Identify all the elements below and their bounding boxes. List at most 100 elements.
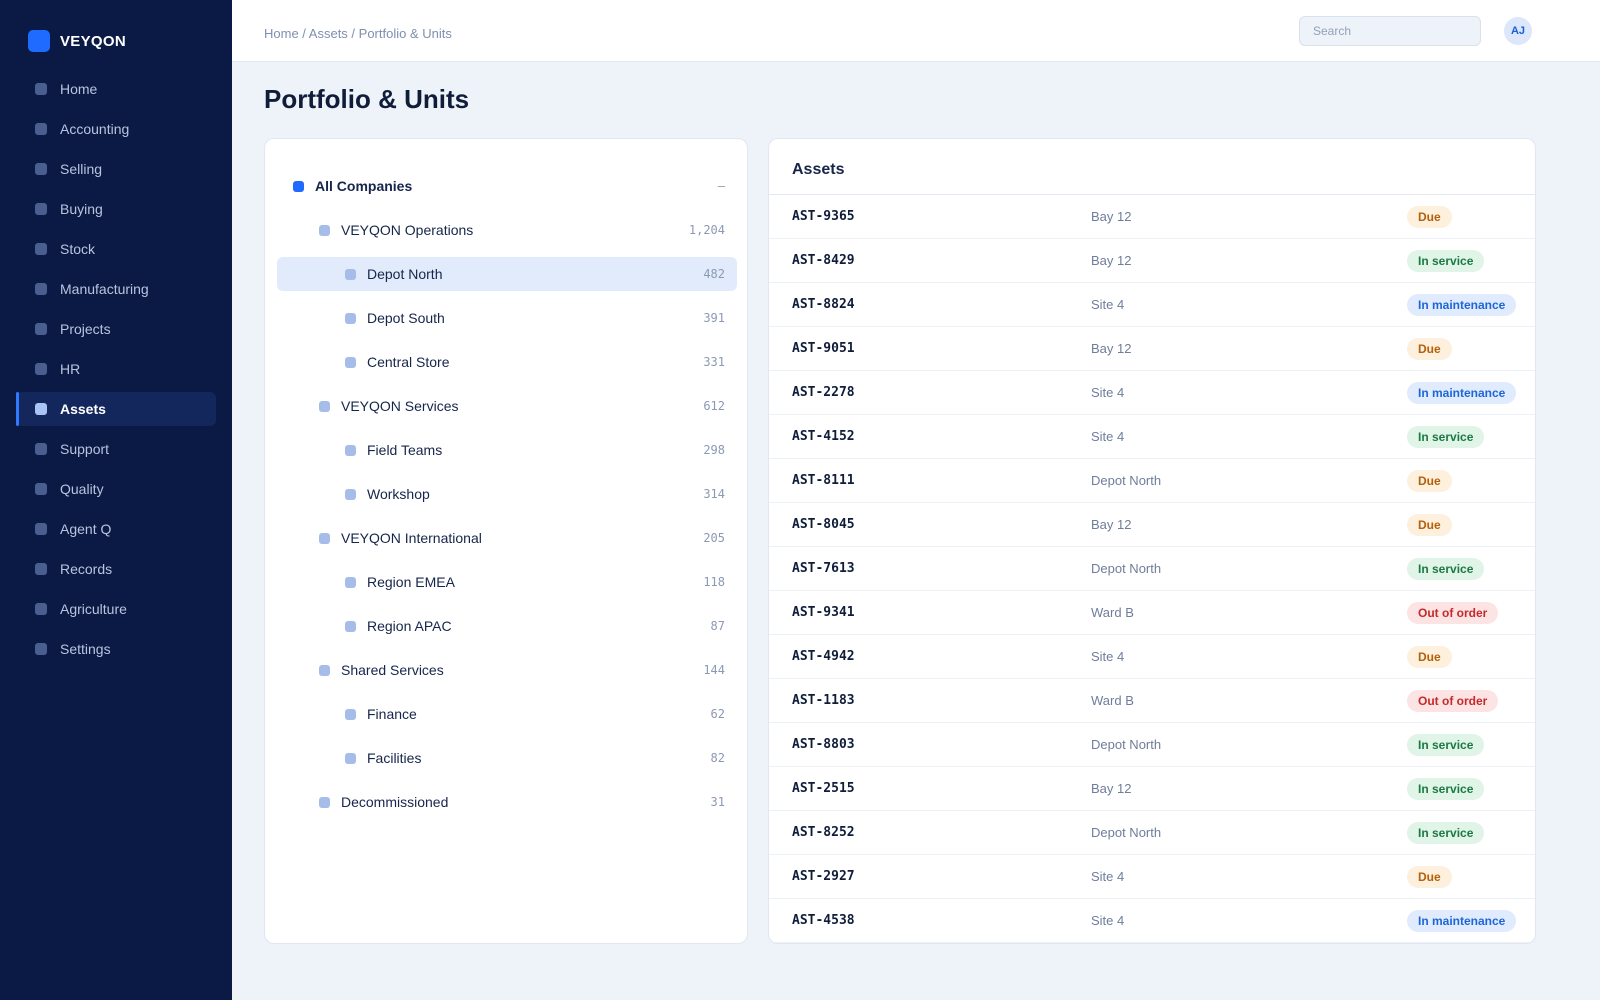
asset-id[interactable]: AST-8111 — [792, 473, 855, 488]
table-row[interactable]: AST-4942 Site 4 Due — [769, 635, 1535, 679]
sidebar-item-support[interactable]: Support — [16, 432, 216, 466]
tree-node-depot-south[interactable]: Depot South 391 — [277, 301, 737, 335]
table-row[interactable]: AST-4152 Site 4 In service — [769, 415, 1535, 459]
table-row[interactable]: AST-8429 Bay 12 In service — [769, 239, 1535, 283]
breadcrumb[interactable]: Home / Assets / Portfolio & Units — [264, 26, 452, 41]
status-badge: In maintenance — [1407, 293, 1517, 316]
tree-node-region-apac[interactable]: Region APAC 87 — [277, 609, 737, 643]
tree-node-count: 612 — [703, 399, 725, 413]
tree-node-region-emea[interactable]: Region EMEA 118 — [277, 565, 737, 599]
square-icon — [35, 563, 47, 575]
asset-id[interactable]: AST-8429 — [792, 253, 855, 268]
asset-id[interactable]: AST-4538 — [792, 913, 855, 928]
sidebar-item-agriculture[interactable]: Agriculture — [16, 592, 216, 626]
asset-id[interactable]: AST-4152 — [792, 429, 855, 444]
sidebar-item-assets[interactable]: Assets — [16, 392, 216, 426]
tree-node-icon — [345, 708, 356, 720]
table-row[interactable]: AST-2515 Bay 12 In service — [769, 767, 1535, 811]
asset-id[interactable]: AST-8252 — [792, 825, 855, 840]
sidebar-item-label: Records — [60, 561, 113, 577]
asset-id[interactable]: AST-2278 — [792, 385, 855, 400]
asset-id[interactable]: AST-2515 — [792, 781, 855, 796]
brand[interactable]: VEYQON — [28, 30, 126, 52]
tree-node-depot-north[interactable]: Depot North 482 — [277, 257, 737, 291]
tree-node-facilities[interactable]: Facilities 82 — [277, 741, 737, 775]
status-badge: In service — [1407, 821, 1485, 844]
tree-node-central-store[interactable]: Central Store 331 — [277, 345, 737, 379]
tree-node-icon — [345, 356, 356, 368]
sidebar-item-agent-q[interactable]: Agent Q — [16, 512, 216, 546]
sidebar-item-selling[interactable]: Selling — [16, 152, 216, 186]
table-row[interactable]: AST-8824 Site 4 In maintenance — [769, 283, 1535, 327]
table-row[interactable]: AST-4538 Site 4 In maintenance — [769, 899, 1535, 943]
asset-id[interactable]: AST-2927 — [792, 869, 855, 884]
table-row[interactable]: AST-8803 Depot North In service — [769, 723, 1535, 767]
tree-node-workshop[interactable]: Workshop 314 — [277, 477, 737, 511]
tree-node-icon — [345, 312, 356, 324]
tree-node-icon — [345, 268, 356, 280]
avatar[interactable]: AJ — [1504, 17, 1532, 45]
table-row[interactable]: AST-2927 Site 4 Due — [769, 855, 1535, 899]
tree-node-veyqon-operations[interactable]: VEYQON Operations 1,204 — [277, 213, 737, 247]
asset-id[interactable]: AST-7613 — [792, 561, 855, 576]
asset-location: Bay 12 — [1091, 517, 1132, 532]
tree-node-count: 87 — [710, 619, 725, 633]
sidebar-item-stock[interactable]: Stock — [16, 232, 216, 266]
table-row[interactable]: AST-9051 Bay 12 Due — [769, 327, 1535, 371]
sidebar-item-label: Support — [60, 441, 110, 457]
tree-node-label: Field Teams — [367, 442, 443, 458]
sidebar-item-records[interactable]: Records — [16, 552, 216, 586]
sidebar-item-home[interactable]: Home — [16, 72, 216, 106]
tree-node-finance[interactable]: Finance 62 — [277, 697, 737, 731]
tree-node-label: Region EMEA — [367, 574, 455, 590]
tree-node-decommissioned[interactable]: Decommissioned 31 — [277, 785, 737, 819]
asset-id[interactable]: AST-9051 — [792, 341, 855, 356]
tree-node-label: Facilities — [367, 750, 422, 766]
status-badge: In service — [1407, 733, 1485, 756]
sidebar-item-hr[interactable]: HR — [16, 352, 216, 386]
asset-location: Depot North — [1091, 473, 1162, 488]
asset-id[interactable]: AST-8803 — [792, 737, 855, 752]
square-icon — [35, 403, 47, 415]
table-row[interactable]: AST-9365 Bay 12 Due — [769, 195, 1535, 239]
tree-node-icon — [345, 576, 356, 588]
asset-id[interactable]: AST-9365 — [792, 209, 855, 224]
sidebar-item-label: HR — [60, 361, 81, 377]
sidebar-item-settings[interactable]: Settings — [16, 632, 216, 666]
sidebar-item-label: Agriculture — [60, 601, 127, 617]
tree-node-icon — [345, 620, 356, 632]
status-badge: Due — [1407, 469, 1452, 492]
sidebar-item-accounting[interactable]: Accounting — [16, 112, 216, 146]
search-input[interactable] — [1299, 16, 1481, 46]
sidebar-item-projects[interactable]: Projects — [16, 312, 216, 346]
assets-title: Assets — [792, 161, 845, 178]
tree-node-label: Depot South — [367, 310, 445, 326]
tree-node-veyqon-services[interactable]: VEYQON Services 612 — [277, 389, 737, 423]
asset-id[interactable]: AST-8824 — [792, 297, 855, 312]
asset-location: Site 4 — [1091, 297, 1125, 312]
tree-node-count: 31 — [710, 795, 725, 809]
tree-node-veyqon-international[interactable]: VEYQON International 205 — [277, 521, 737, 555]
sidebar-item-label: Buying — [60, 201, 103, 217]
table-row[interactable]: AST-7613 Depot North In service — [769, 547, 1535, 591]
tree-node-shared-services[interactable]: Shared Services 144 — [277, 653, 737, 687]
table-row[interactable]: AST-8045 Bay 12 Due — [769, 503, 1535, 547]
sidebar: VEYQON Home Accounting Selling Buying Stock M… — [0, 0, 232, 1000]
table-row[interactable]: AST-9341 Ward B Out of order — [769, 591, 1535, 635]
sidebar-item-buying[interactable]: Buying — [16, 192, 216, 226]
table-row[interactable]: AST-8111 Depot North Due — [769, 459, 1535, 503]
tree-node-field-teams[interactable]: Field Teams 298 — [277, 433, 737, 467]
sidebar-item-label: Projects — [60, 321, 111, 337]
asset-id[interactable]: AST-4942 — [792, 649, 855, 664]
asset-id[interactable]: AST-1183 — [792, 693, 855, 708]
tree-node-label: VEYQON Operations — [341, 222, 474, 238]
table-row[interactable]: AST-8252 Depot North In service — [769, 811, 1535, 855]
asset-id[interactable]: AST-8045 — [792, 517, 855, 532]
table-row[interactable]: AST-1183 Ward B Out of order — [769, 679, 1535, 723]
table-row[interactable]: AST-2278 Site 4 In maintenance — [769, 371, 1535, 415]
sidebar-item-manufacturing[interactable]: Manufacturing — [16, 272, 216, 306]
tree-node-all-companies[interactable]: All Companies – — [277, 169, 737, 203]
asset-id[interactable]: AST-9341 — [792, 605, 855, 620]
assets-panel: Assets AST-9365 Bay 12 Due AST-8429 Bay 12 In… — [768, 138, 1536, 944]
sidebar-item-quality[interactable]: Quality — [16, 472, 216, 506]
